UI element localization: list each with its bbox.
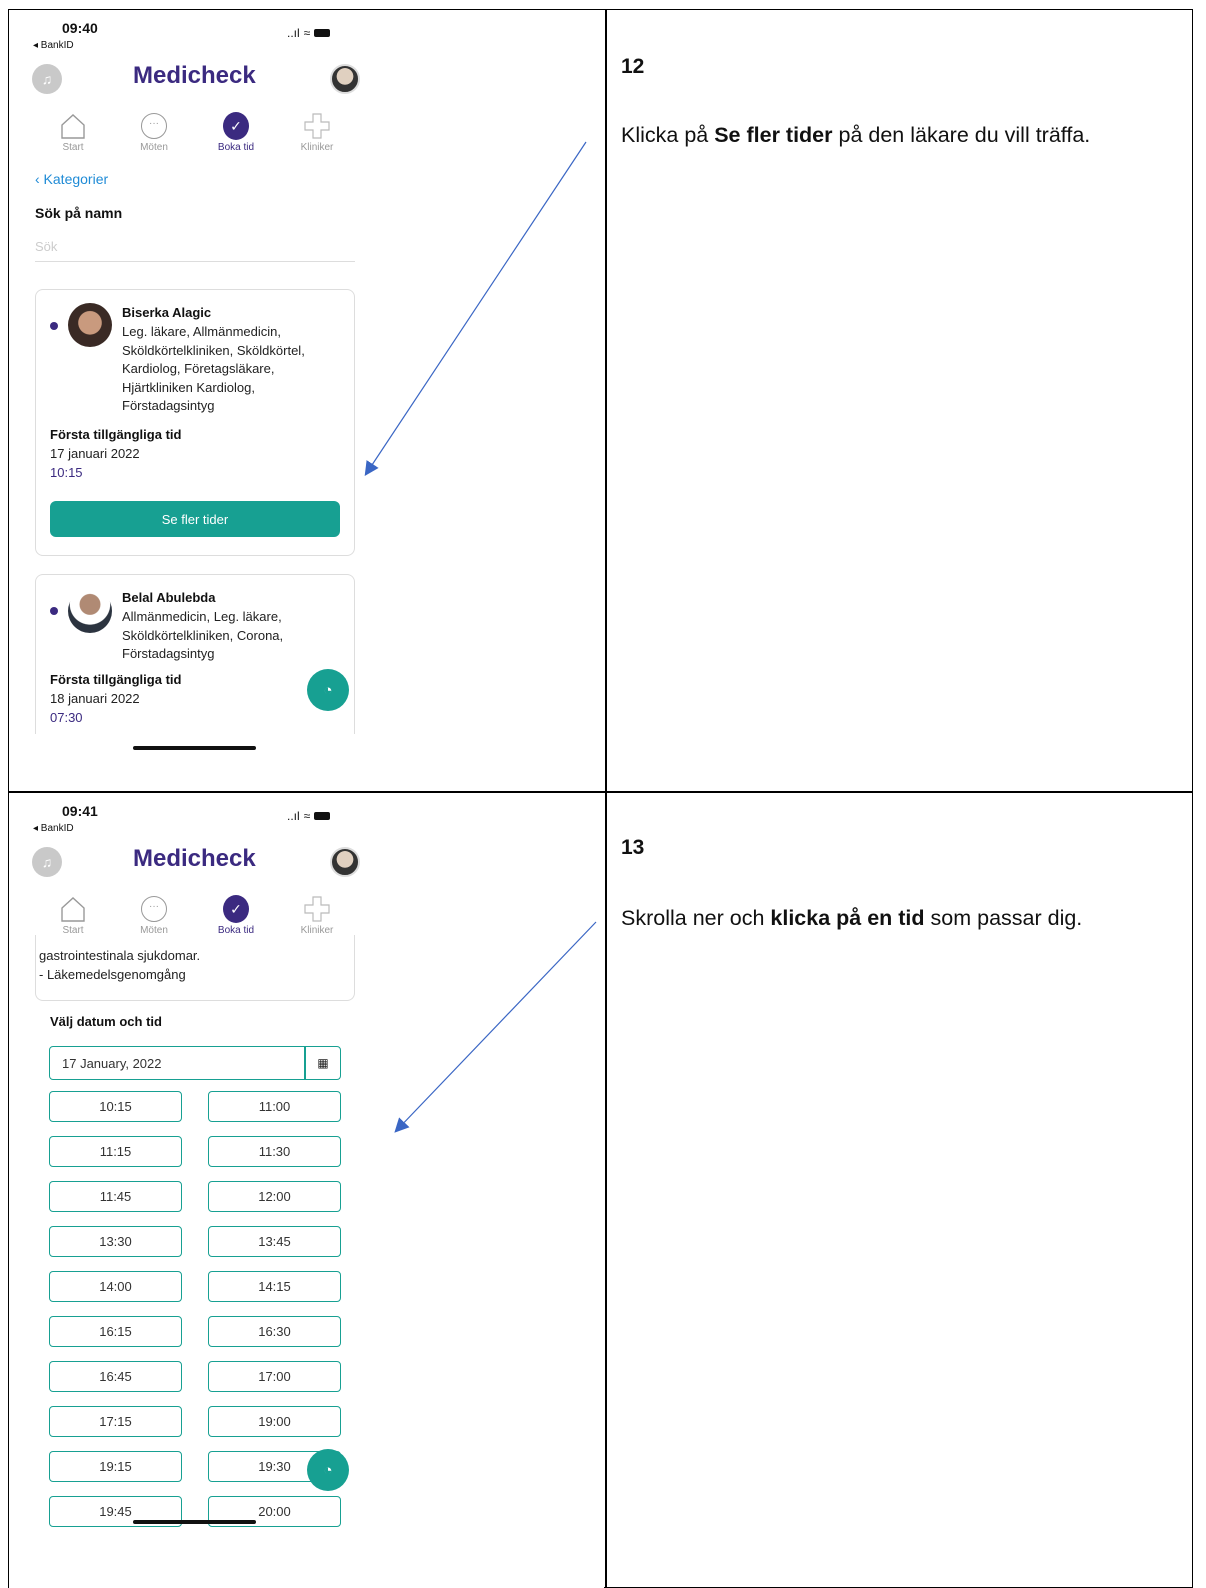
instruction-text: på den läkare du vill träffa. (832, 123, 1091, 147)
arrow-step-13 (394, 921, 597, 1133)
instruction-text: som passar dig. (924, 906, 1083, 930)
instruction-bold: klicka på en tid (770, 906, 925, 930)
step-number: 12 (621, 55, 645, 78)
instruction-text: Skrolla ner och (621, 906, 771, 930)
arrow-step-12 (364, 141, 587, 477)
instruction-bold: Se fler tider (714, 123, 833, 147)
instruction-text: Klicka på (621, 123, 715, 147)
step-instruction: Klicka på Se fler tider på den läkare du… (621, 120, 1176, 151)
step-number: 13 (621, 836, 645, 859)
step-instruction: Skrolla ner och klicka på en tid som pas… (621, 903, 1176, 934)
annotation-arrows (364, 141, 597, 1133)
